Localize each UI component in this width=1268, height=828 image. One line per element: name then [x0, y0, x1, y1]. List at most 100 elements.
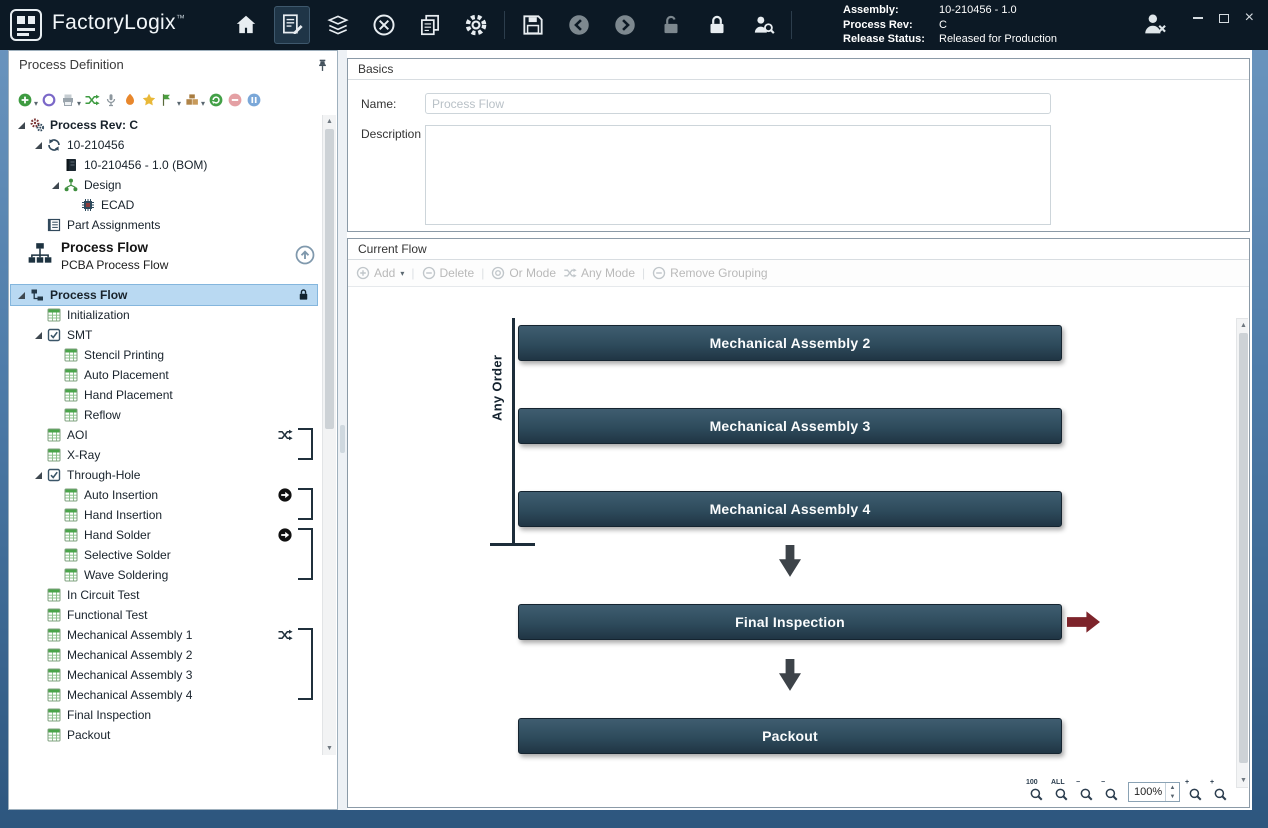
quality-button[interactable]: [141, 92, 157, 108]
minimize-button[interactable]: [1193, 17, 1203, 19]
add-button[interactable]: ▾: [17, 92, 38, 108]
tree-item-initialization[interactable]: Initialization: [11, 305, 317, 325]
documents-button[interactable]: [320, 6, 356, 44]
lock-button[interactable]: [699, 6, 735, 44]
expander-icon[interactable]: [15, 292, 28, 299]
tree-item-packout[interactable]: Packout: [11, 725, 317, 745]
zoom-out-small-button[interactable]: −: [1078, 782, 1096, 802]
settings-button[interactable]: [458, 6, 494, 44]
tree-item-mechanical-assembly-2[interactable]: Mechanical Assembly 2: [11, 645, 317, 665]
tree-item-hand-solder[interactable]: Hand Solder: [11, 525, 317, 545]
tree-scrollbar[interactable]: ▲ ▼: [322, 115, 336, 755]
user-search-button[interactable]: [745, 6, 781, 44]
process-definition-button[interactable]: [274, 6, 310, 44]
user-logout-icon[interactable]: [1140, 10, 1168, 38]
spin-down-icon[interactable]: ▼: [1166, 792, 1179, 801]
tree-item-mechanical-assembly-3[interactable]: Mechanical Assembly 3: [11, 665, 317, 685]
zoom-in-button[interactable]: +: [1187, 782, 1205, 802]
forward-button[interactable]: [607, 6, 643, 44]
zoom-100-button[interactable]: 100: [1028, 782, 1046, 802]
tree-item-hand-insertion[interactable]: Hand Insertion: [11, 505, 317, 525]
tree-item-selective-solder[interactable]: Selective Solder: [11, 545, 317, 565]
description-input[interactable]: [425, 125, 1051, 225]
scrollbar-thumb[interactable]: [1239, 333, 1248, 763]
tree-item-through-hole[interactable]: Through-Hole: [11, 465, 317, 485]
flow-node-mechanical-assembly-3[interactable]: Mechanical Assembly 3: [518, 408, 1062, 444]
panel-splitter[interactable]: [338, 50, 347, 810]
back-button[interactable]: [561, 6, 597, 44]
collapse-up-button[interactable]: [295, 245, 315, 265]
flow-node-mechanical-assembly-4[interactable]: Mechanical Assembly 4: [518, 491, 1062, 527]
pin-icon[interactable]: [315, 58, 330, 73]
flow-node-final-inspection[interactable]: Final Inspection: [518, 604, 1062, 640]
dropdown-caret-icon[interactable]: ▾: [400, 269, 404, 278]
tree-item-10-210456[interactable]: 10-210456: [11, 135, 317, 155]
expander-icon[interactable]: [32, 472, 45, 479]
flow-node-packout[interactable]: Packout: [518, 718, 1062, 754]
expander-icon[interactable]: [49, 182, 62, 189]
dropdown-caret-icon[interactable]: ▾: [77, 99, 81, 108]
remove-grouping-button[interactable]: Remove Grouping: [652, 266, 767, 280]
unlock-button[interactable]: [653, 6, 689, 44]
process-flow-section-header[interactable]: Process Flow PCBA Process Flow: [9, 237, 321, 283]
or-mode-button[interactable]: Or Mode: [491, 266, 556, 280]
close-button[interactable]: ×: [1245, 11, 1254, 25]
zoom-in-large-button[interactable]: +: [1212, 782, 1230, 802]
delete-button[interactable]: Delete: [422, 266, 475, 280]
tree-item-mechanical-assembly-4[interactable]: Mechanical Assembly 4: [11, 685, 317, 705]
tree-item-auto-insertion[interactable]: Auto Insertion: [11, 485, 317, 505]
reports-button[interactable]: [412, 6, 448, 44]
probe-button[interactable]: [103, 92, 119, 108]
scroll-down-icon[interactable]: ▼: [323, 742, 336, 755]
packaging-button[interactable]: ▾: [184, 92, 205, 108]
refresh-button[interactable]: [208, 92, 224, 108]
tree-item-functional-test[interactable]: Functional Test: [11, 605, 317, 625]
splitter-grip[interactable]: [340, 425, 345, 453]
tree-item-ecad[interactable]: ECAD: [11, 195, 317, 215]
any-mode-button[interactable]: [84, 92, 100, 108]
expander-icon[interactable]: [32, 142, 45, 149]
flow-node-mechanical-assembly-2[interactable]: Mechanical Assembly 2: [518, 325, 1062, 361]
tree-item-aoi[interactable]: AOI: [11, 425, 317, 445]
save-button[interactable]: [515, 6, 551, 44]
tree-item-auto-placement[interactable]: Auto Placement: [11, 365, 317, 385]
scrollbar-thumb[interactable]: [325, 129, 334, 429]
routing-button[interactable]: [366, 6, 402, 44]
tree-item-stencil-printing[interactable]: Stencil Printing: [11, 345, 317, 365]
dropdown-caret-icon[interactable]: ▾: [201, 99, 205, 108]
zoom-out-button[interactable]: −: [1103, 782, 1121, 802]
link-button[interactable]: [41, 92, 57, 108]
zoom-level-input[interactable]: [1129, 783, 1165, 801]
hold-button[interactable]: [246, 92, 262, 108]
tree-item-reflow[interactable]: Reflow: [11, 405, 317, 425]
tree-item-wave-soldering[interactable]: Wave Soldering: [11, 565, 317, 585]
expander-icon[interactable]: [32, 332, 45, 339]
dropdown-caret-icon[interactable]: ▾: [177, 99, 181, 108]
tree-item-mechanical-assembly-1[interactable]: Mechanical Assembly 1: [11, 625, 317, 645]
tree-item-design[interactable]: Design: [11, 175, 317, 195]
maximize-button[interactable]: [1219, 14, 1229, 23]
tree-item-in-circuit-test[interactable]: In Circuit Test: [11, 585, 317, 605]
zoom-fit-all-button[interactable]: ALL: [1053, 782, 1071, 802]
scroll-up-icon[interactable]: ▲: [1237, 319, 1248, 332]
spin-up-icon[interactable]: ▲: [1166, 783, 1179, 792]
tree-item-10-210456-1-0-bom-[interactable]: 10-210456 - 1.0 (BOM): [11, 155, 317, 175]
scroll-up-icon[interactable]: ▲: [323, 115, 336, 128]
print-button[interactable]: ▾: [60, 92, 81, 108]
solder-button[interactable]: [122, 92, 138, 108]
tree-item-part-assignments[interactable]: Part Assignments: [11, 215, 317, 235]
home-button[interactable]: [228, 6, 264, 44]
tree-item-smt[interactable]: SMT: [11, 325, 317, 345]
add-button[interactable]: Add▾: [356, 266, 404, 280]
name-input[interactable]: [425, 93, 1051, 114]
tree-item-process-flow[interactable]: Process Flow: [11, 285, 317, 305]
canvas-scrollbar[interactable]: ▲ ▼: [1236, 318, 1248, 788]
dropdown-caret-icon[interactable]: ▾: [34, 99, 38, 108]
flow-canvas[interactable]: Any Order Mechanical Assembly 2 Mechanic…: [349, 288, 1248, 806]
scroll-down-icon[interactable]: ▼: [1237, 774, 1248, 787]
expander-icon[interactable]: [15, 122, 28, 129]
tree-item-process-rev-c[interactable]: Process Rev: C: [11, 115, 317, 135]
tree-item-x-ray[interactable]: X-Ray: [11, 445, 317, 465]
tree-item-final-inspection[interactable]: Final Inspection: [11, 705, 317, 725]
tree-item-hand-placement[interactable]: Hand Placement: [11, 385, 317, 405]
